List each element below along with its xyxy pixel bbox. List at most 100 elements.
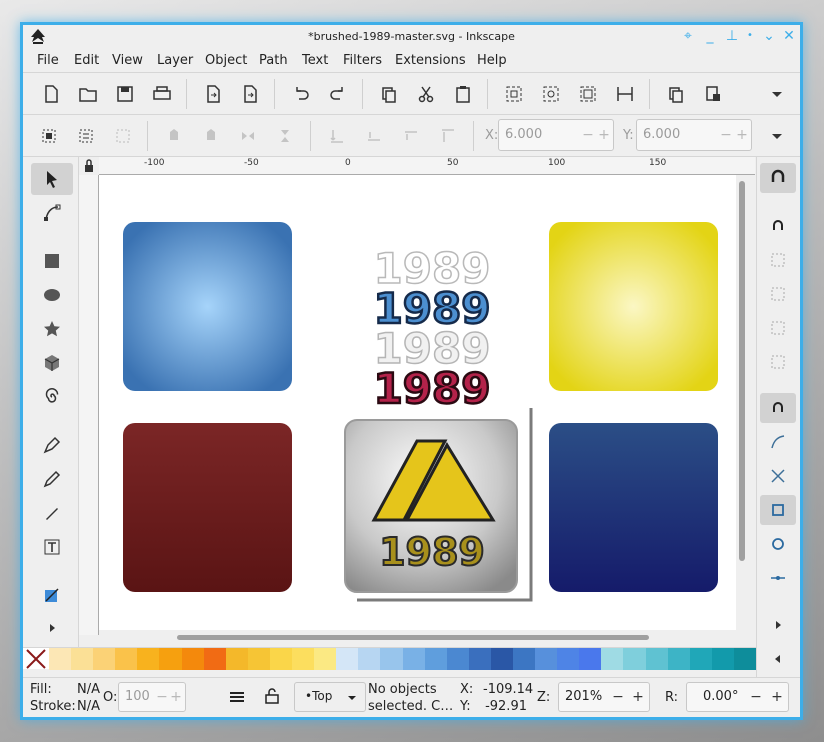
redo-icon[interactable] xyxy=(326,82,350,106)
palette-swatch[interactable] xyxy=(557,648,580,670)
ellipse-tool[interactable] xyxy=(31,279,73,311)
horizontal-scroll-thumb[interactable] xyxy=(177,635,649,640)
menu-dot-button[interactable]: • xyxy=(741,27,759,45)
y-minus-button[interactable]: − xyxy=(719,127,733,143)
y-plus-button[interactable]: + xyxy=(735,127,749,143)
export-icon[interactable] xyxy=(238,82,262,106)
text-tool[interactable] xyxy=(31,531,73,563)
rotate-plus-button[interactable]: + xyxy=(770,689,784,705)
snap-bbox-center[interactable] xyxy=(760,347,796,377)
save-icon[interactable] xyxy=(113,82,137,106)
duplicate-icon[interactable] xyxy=(664,82,688,106)
deselect-icon[interactable] xyxy=(111,124,135,148)
y-spinbox[interactable]: 6.000 − + xyxy=(636,119,752,151)
menu-text[interactable]: Text xyxy=(302,53,328,68)
layers-icon[interactable] xyxy=(228,688,246,706)
palette-swatch[interactable] xyxy=(358,648,381,670)
palette-swatch[interactable] xyxy=(203,648,226,670)
menu-object[interactable]: Object xyxy=(205,53,247,68)
palette-swatch[interactable] xyxy=(314,648,337,670)
star-tool[interactable] xyxy=(31,313,73,345)
horizontal-scrollbar[interactable] xyxy=(99,631,736,643)
minimize-button[interactable]: _ xyxy=(701,27,719,45)
pencil-tool[interactable] xyxy=(31,463,73,495)
zoom-page-width-icon[interactable] xyxy=(613,82,637,106)
snap-smooth-nodes[interactable] xyxy=(760,529,796,559)
snap-more-expander[interactable] xyxy=(760,613,796,637)
palette-swatch[interactable] xyxy=(711,648,734,670)
snap-bbox-edge[interactable] xyxy=(760,245,796,275)
snap-collapse-expander[interactable] xyxy=(760,647,796,671)
opacity-minus-button[interactable]: − xyxy=(155,689,169,705)
palette-swatch[interactable] xyxy=(733,648,756,670)
palette-swatch[interactable] xyxy=(225,648,248,670)
select-all-icon[interactable] xyxy=(37,124,61,148)
palette-swatch[interactable] xyxy=(137,648,160,670)
zoom-plus-button[interactable]: + xyxy=(631,689,645,705)
x-minus-button[interactable]: − xyxy=(581,127,595,143)
rotate-minus-button[interactable]: − xyxy=(749,689,763,705)
calligraphy-tool[interactable] xyxy=(31,497,73,529)
copy-icon[interactable] xyxy=(377,82,401,106)
palette-swatch[interactable] xyxy=(667,648,690,670)
menu-edit[interactable]: Edit xyxy=(74,53,99,68)
open-folder-icon[interactable] xyxy=(76,82,100,106)
menu-path[interactable]: Path xyxy=(259,53,288,68)
snap-intersections[interactable] xyxy=(760,461,796,491)
menu-help[interactable]: Help xyxy=(477,53,507,68)
node-tool[interactable] xyxy=(31,197,73,229)
menu-layer[interactable]: Layer xyxy=(157,53,193,68)
menu-filters[interactable]: Filters xyxy=(343,53,382,68)
zoom-spinbox[interactable]: 201% − + xyxy=(558,682,650,712)
snap-bbox-toggle[interactable] xyxy=(760,211,796,241)
cut-icon[interactable] xyxy=(414,82,438,106)
palette-swatch[interactable] xyxy=(490,648,513,670)
palette-swatch[interactable] xyxy=(181,648,204,670)
palette-swatch[interactable] xyxy=(645,648,668,670)
pen-tool[interactable] xyxy=(31,429,73,461)
menu-view[interactable]: View xyxy=(112,53,143,68)
palette-swatch[interactable] xyxy=(292,648,315,670)
no-paint-swatch[interactable] xyxy=(23,648,49,669)
palette-swatch[interactable] xyxy=(468,648,491,670)
more-tools-expander[interactable] xyxy=(31,615,73,639)
rotate-spinbox[interactable]: 0.00° − + xyxy=(686,682,789,712)
zoom-minus-button[interactable]: − xyxy=(611,689,625,705)
vertical-scrollbar[interactable] xyxy=(738,175,746,630)
snap-cusp-nodes[interactable] xyxy=(760,495,796,525)
unlock-icon[interactable] xyxy=(263,687,281,705)
palette-swatch[interactable] xyxy=(380,648,403,670)
palette-swatch[interactable] xyxy=(247,648,270,670)
fill-value[interactable]: N/A xyxy=(77,682,100,697)
snap-nodes-toggle[interactable] xyxy=(760,393,796,423)
3d-box-tool[interactable] xyxy=(31,347,73,379)
overflow-chevron-icon[interactable] xyxy=(765,124,789,148)
snap-paths[interactable] xyxy=(760,427,796,457)
selector-tool[interactable] xyxy=(31,163,73,195)
print-icon[interactable] xyxy=(150,82,174,106)
snap-bbox-corner[interactable] xyxy=(760,279,796,309)
clone-icon[interactable] xyxy=(701,82,725,106)
rectangle-tool[interactable] xyxy=(31,245,73,277)
opacity-spinbox[interactable]: 100 − + xyxy=(118,682,186,712)
snap-line-midpoints[interactable] xyxy=(760,563,796,593)
palette-swatch[interactable] xyxy=(623,648,646,670)
vertical-scroll-thumb[interactable] xyxy=(739,181,745,561)
palette-swatch[interactable] xyxy=(446,648,469,670)
snap-enable-toggle[interactable] xyxy=(760,163,796,193)
pin-icon[interactable]: ⌖ xyxy=(679,27,697,45)
close-button[interactable]: ✕ xyxy=(780,27,798,45)
ruler-lock-icon[interactable] xyxy=(79,157,99,175)
new-document-icon[interactable] xyxy=(39,82,63,106)
menu-extensions[interactable]: Extensions xyxy=(395,53,466,68)
palette-swatch[interactable] xyxy=(579,648,602,670)
stroke-value[interactable]: N/A xyxy=(77,699,100,714)
palette-swatch[interactable] xyxy=(402,648,425,670)
x-plus-button[interactable]: + xyxy=(597,127,611,143)
palette-swatch[interactable] xyxy=(535,648,558,670)
layer-dropdown[interactable]: •Top xyxy=(294,682,366,712)
select-all-layers-icon[interactable] xyxy=(74,124,98,148)
zoom-page-icon[interactable] xyxy=(576,82,600,106)
keep-above-button[interactable]: ⊥ xyxy=(723,27,741,45)
menu-file[interactable]: File xyxy=(37,53,59,68)
